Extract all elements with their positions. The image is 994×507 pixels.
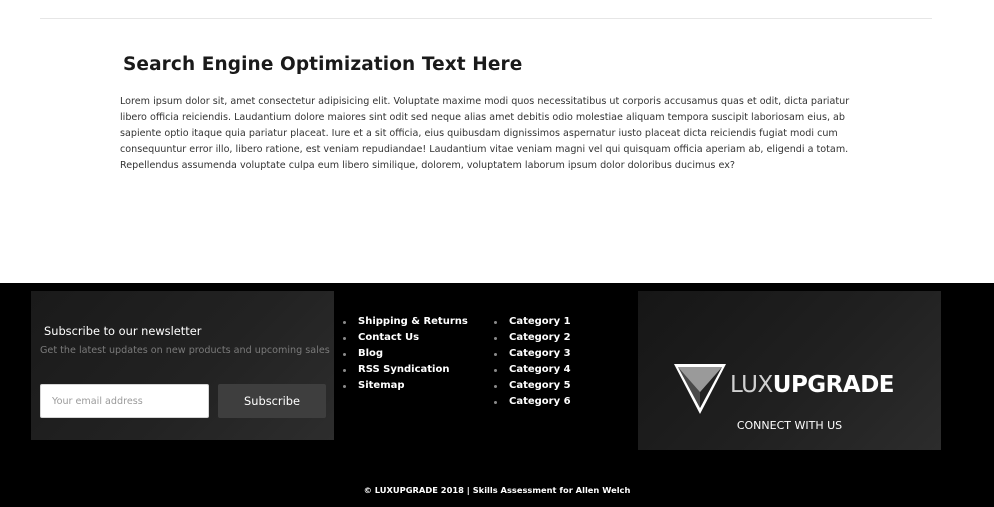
footer-link-category-6[interactable]: Category 6	[494, 394, 571, 410]
bullet-icon	[494, 369, 497, 372]
newsletter-panel: Subscribe to our newsletter Get the late…	[31, 291, 334, 440]
footer-link-label: Category 6	[509, 396, 571, 407]
footer-links-categories: Category 1 Category 2 Category 3 Categor…	[494, 314, 571, 410]
seo-heading: Search Engine Optimization Text Here	[123, 54, 523, 75]
footer-link-rss[interactable]: RSS Syndication	[343, 362, 468, 378]
bullet-icon	[343, 353, 346, 356]
connect-with-us-link[interactable]: CONNECT WITH US	[638, 419, 941, 432]
site-footer: Subscribe to our newsletter Get the late…	[0, 283, 994, 507]
footer-link-label: RSS Syndication	[358, 364, 450, 375]
subscribe-button[interactable]: Subscribe	[218, 384, 326, 418]
top-divider	[40, 18, 932, 19]
footer-link-label: Shipping & Returns	[358, 316, 468, 327]
bullet-icon	[494, 337, 497, 340]
footer-link-contact[interactable]: Contact Us	[343, 330, 468, 346]
footer-link-category-1[interactable]: Category 1	[494, 314, 571, 330]
bullet-icon	[343, 337, 346, 340]
seo-paragraph: Lorem ipsum dolor sit, amet consectetur …	[120, 96, 850, 171]
footer-link-sitemap[interactable]: Sitemap	[343, 378, 468, 394]
bullet-icon	[494, 353, 497, 356]
footer-links-info: Shipping & Returns Contact Us Blog RSS S…	[343, 314, 468, 394]
footer-link-label: Sitemap	[358, 380, 405, 391]
footer-link-label: Category 2	[509, 332, 571, 343]
footer-link-label: Category 5	[509, 380, 571, 391]
bullet-icon	[343, 321, 346, 324]
bullet-icon	[494, 401, 497, 404]
bullet-icon	[343, 385, 346, 388]
footer-link-category-5[interactable]: Category 5	[494, 378, 571, 394]
brand-name-bold: UPGRADE	[772, 372, 895, 398]
copyright-text: © LUXUPGRADE 2018 | Skills Assessment fo…	[363, 485, 631, 495]
footer-link-label: Blog	[358, 348, 384, 359]
brand-panel: LUXUPGRADE CONNECT WITH US	[638, 291, 941, 450]
brand-wordmark: LUXUPGRADE	[730, 371, 895, 399]
footer-link-shipping[interactable]: Shipping & Returns	[343, 314, 468, 330]
footer-link-label: Category 3	[509, 348, 571, 359]
footer-link-blog[interactable]: Blog	[343, 346, 468, 362]
footer-link-category-2[interactable]: Category 2	[494, 330, 571, 346]
bullet-icon	[494, 321, 497, 324]
newsletter-subtitle: Get the latest updates on new products a…	[40, 345, 330, 356]
email-input[interactable]	[40, 384, 209, 418]
footer-link-category-4[interactable]: Category 4	[494, 362, 571, 378]
footer-link-label: Category 4	[509, 364, 571, 375]
bullet-icon	[494, 385, 497, 388]
newsletter-title: Subscribe to our newsletter	[44, 324, 202, 338]
brand-name-light: LUX	[730, 372, 773, 398]
luxupgrade-logo-icon	[674, 364, 726, 414]
bullet-icon	[343, 369, 346, 372]
footer-link-label: Category 1	[509, 316, 571, 327]
footer-link-label: Contact Us	[358, 332, 420, 343]
footer-link-category-3[interactable]: Category 3	[494, 346, 571, 362]
